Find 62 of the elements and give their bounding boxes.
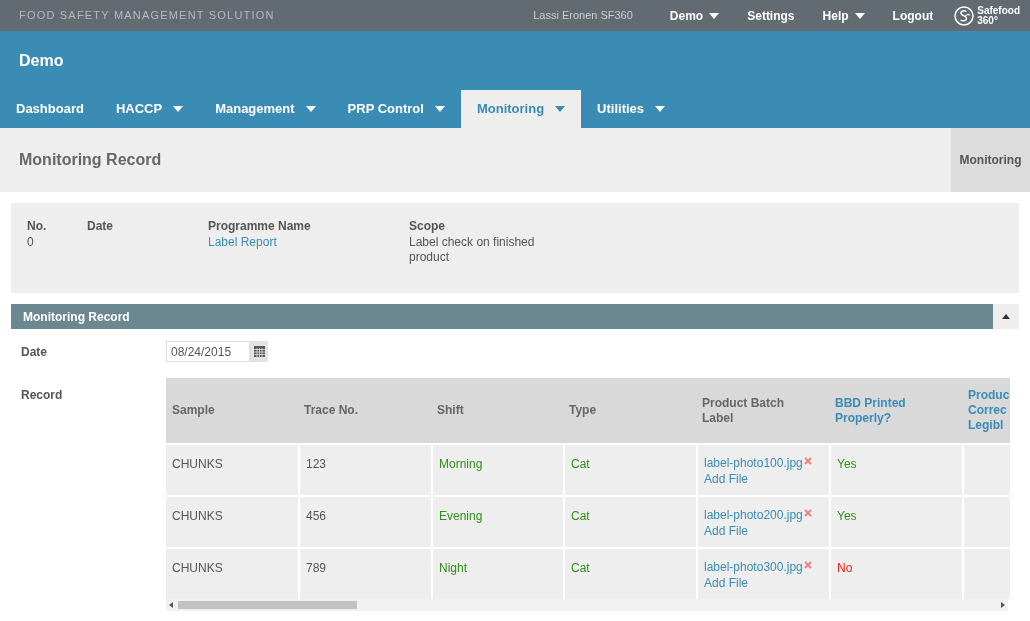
add-file-link[interactable]: Add File [704, 471, 749, 487]
nav-tab[interactable]: Monitoring [460, 90, 582, 128]
top-menu-item[interactable]: Logout [878, 6, 948, 25]
top-menu-item[interactable]: Settings [733, 6, 809, 25]
column-header-link[interactable]: BBD Printed Properly? [835, 395, 938, 426]
caret-icon [655, 106, 666, 112]
triangle-up-icon [1002, 314, 1010, 319]
calendar-button[interactable] [250, 341, 268, 362]
caret-icon [709, 12, 720, 19]
horizontal-scrollbar[interactable] [166, 599, 1008, 611]
user-name: Lassi Eronen SF360 [533, 8, 633, 24]
nav-tab[interactable]: Dashboard [0, 90, 100, 128]
field-value: 0 [27, 235, 35, 250]
caret-icon [173, 106, 184, 112]
cross-icon[interactable] [803, 561, 812, 569]
programme-link[interactable]: Label Report [208, 234, 409, 250]
column-header-link[interactable]: Produc Correc Legibl [968, 388, 1010, 433]
tagline: FOOD SAFETY MANAGEMENT SOLUTION [19, 8, 275, 24]
section-title: Monitoring Record [23, 308, 130, 326]
left-arrow-icon[interactable] [169, 602, 173, 608]
logo-name: Safefood [977, 5, 1020, 16]
add-file-link[interactable]: Add File [704, 575, 749, 591]
right-arrow-icon[interactable] [1001, 602, 1005, 608]
field-value: Label check on finished product [409, 235, 536, 265]
add-file-link[interactable]: Add File [704, 523, 749, 539]
caret-icon [305, 106, 316, 112]
nav-tab[interactable]: Management [199, 90, 332, 128]
column-header: Trace No. [304, 403, 359, 418]
nav-tab[interactable]: PRP Control [331, 90, 461, 128]
record-label: Record [21, 388, 63, 402]
caret-icon [555, 106, 566, 112]
field-label: Scope [409, 218, 446, 234]
field-label: No. [27, 218, 48, 234]
logo-suffix: 360° [977, 15, 999, 26]
collapse-button[interactable] [993, 304, 1019, 329]
caret-icon [434, 106, 445, 112]
breadcrumb-item[interactable]: Monitoring [951, 128, 1030, 192]
date-label: Date [21, 343, 47, 361]
nav-tab[interactable]: HACCP [99, 90, 200, 128]
file-link[interactable]: label-photo100.jpg [704, 455, 803, 471]
top-menu-item[interactable]: Help [808, 6, 879, 25]
column-header: Type [569, 403, 597, 418]
site-title: Demo [19, 50, 64, 71]
column-header: Shift [437, 403, 464, 418]
date-input[interactable]: 08/24/2015 [166, 341, 250, 362]
top-menu-item[interactable]: Demo [655, 6, 734, 25]
field-label: Programme Name [208, 218, 312, 234]
column-header: Sample [172, 403, 215, 418]
scrollbar-thumb[interactable] [178, 601, 357, 609]
caret-icon [854, 12, 865, 19]
table-cell-text: CHUNKS [171, 560, 224, 577]
file-link[interactable]: label-photo300.jpg [704, 559, 803, 575]
logo-icon [954, 5, 975, 26]
cross-icon[interactable] [803, 509, 812, 517]
file-link[interactable]: label-photo200.jpg [704, 507, 803, 523]
column-header: Product Batch Label [702, 395, 785, 426]
cross-icon[interactable] [803, 457, 812, 465]
table-cell-text: CHUNKS [171, 456, 224, 473]
table-cell-text: CHUNKS [171, 508, 224, 525]
nav-tab[interactable]: Utilities [581, 90, 682, 128]
calendar-icon [253, 346, 265, 357]
page-title: Monitoring Record [19, 150, 162, 170]
